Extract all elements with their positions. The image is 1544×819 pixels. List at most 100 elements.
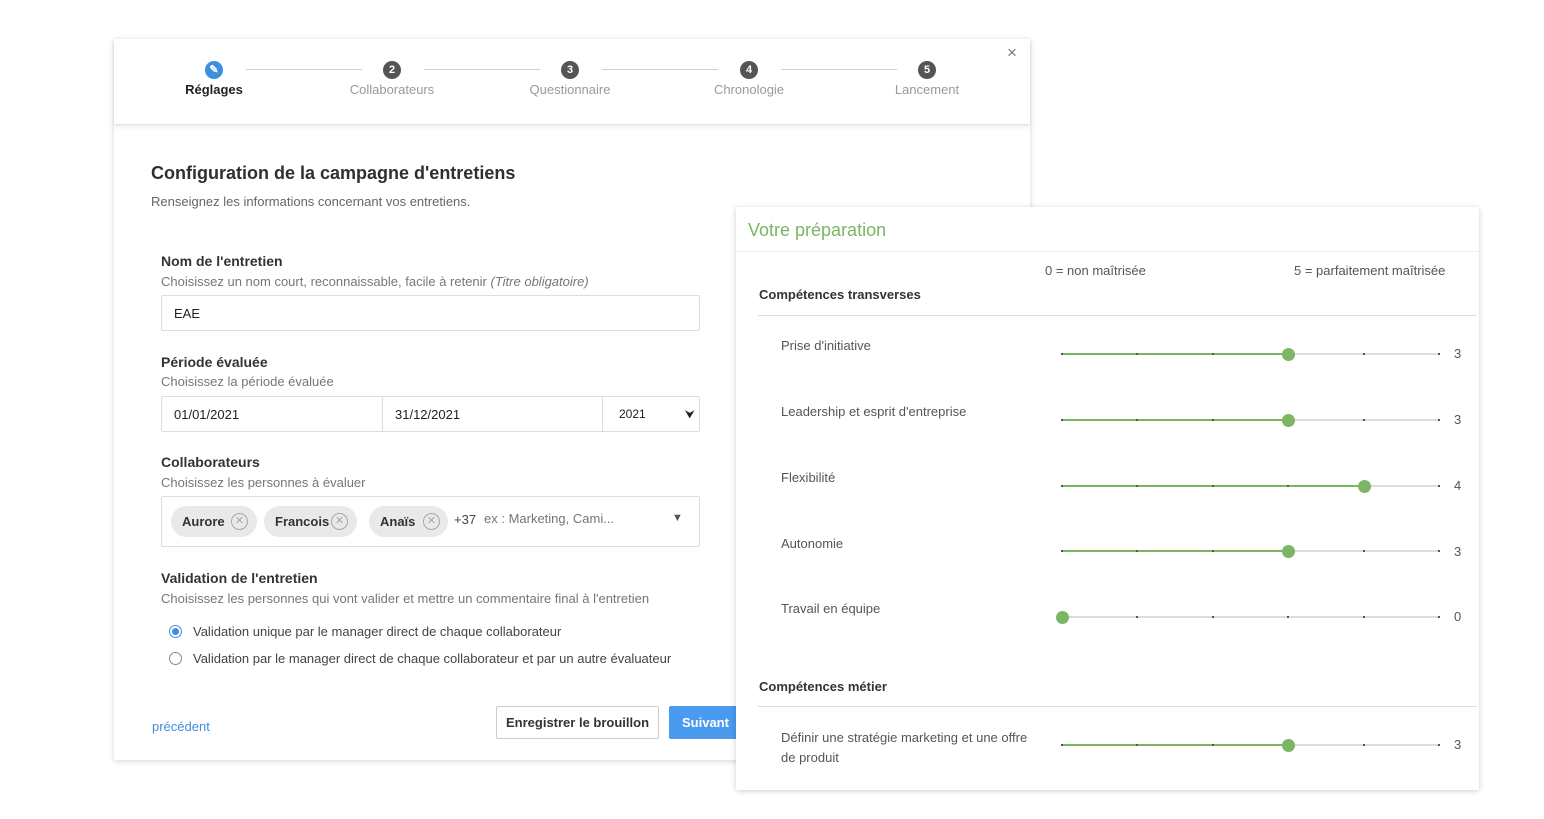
scale-min-label: 0 = non maîtrisée (1045, 263, 1146, 278)
slider-knob[interactable] (1282, 739, 1296, 752)
radio-label: Validation par le manager direct de chaq… (193, 651, 672, 666)
page: × ✎ Réglages 2 Collaborateurs 3 Question… (0, 0, 1544, 819)
collaborators-field-label: Collaborateurs (161, 454, 260, 470)
slider-tick (1211, 550, 1214, 552)
slider-knob[interactable] (1357, 480, 1371, 493)
step-number: 5 (918, 61, 936, 79)
skill-slider[interactable] (1061, 348, 1440, 361)
slider-track (1062, 616, 1439, 618)
slider-tick (1211, 419, 1214, 421)
slider-tick (1362, 744, 1365, 746)
step-label: Questionnaire (529, 82, 611, 97)
skill-value: 3 (1454, 737, 1462, 752)
skill-label: Autonomie (781, 536, 844, 551)
dropdown-caret-icon[interactable]: ▼ (672, 512, 683, 524)
radio-button[interactable] (169, 625, 182, 638)
slider-tick (1061, 353, 1063, 355)
chip-label: Anaïs (380, 514, 416, 529)
skill-value: 3 (1454, 412, 1462, 427)
step-label: Chronologie (713, 82, 785, 97)
name-input[interactable] (162, 296, 699, 330)
name-field-help: Choisissez un nom court, reconnaissable,… (161, 274, 589, 289)
collaborator-chip: Anaïs ✕ (369, 506, 448, 537)
section-divider (758, 706, 1477, 707)
slider-tick (1211, 744, 1214, 746)
skill-value: 3 (1454, 346, 1462, 361)
remove-chip-icon[interactable]: ✕ (423, 513, 440, 530)
slider-tick (1136, 419, 1139, 421)
name-input-wrapper (161, 295, 700, 331)
section-title: Compétences transverses (759, 287, 921, 302)
save-draft-button[interactable]: Enregistrer le brouillon (496, 706, 659, 739)
chip-label: Francois (275, 514, 330, 529)
collaborator-chip: Francois ✕ (264, 506, 357, 537)
collaborator-chip: Aurore ✕ (171, 506, 257, 537)
period-input-group: 2021 ⮟ (161, 396, 700, 432)
step-number: 4 (740, 61, 758, 79)
skill-label: Flexibilité (781, 470, 836, 485)
step-label: Collaborateurs (349, 82, 435, 97)
skill-slider[interactable] (1061, 414, 1440, 427)
step-chronologie[interactable]: 4 Chronologie (674, 61, 824, 97)
start-date-input[interactable] (162, 397, 382, 431)
slider-fill (1062, 419, 1289, 421)
end-date-input[interactable] (383, 397, 602, 431)
step-lancement[interactable]: 5 Lancement (852, 61, 1002, 97)
slider-fill (1062, 353, 1289, 355)
slider-tick (1136, 616, 1139, 618)
slider-tick (1136, 353, 1139, 355)
start-date-wrapper (162, 397, 383, 431)
skill-slider[interactable] (1061, 739, 1440, 752)
skill-slider[interactable] (1056, 611, 1440, 624)
page-title: Configuration de la campagne d'entretien… (151, 163, 516, 183)
end-date-wrapper (383, 397, 603, 431)
slider-knob[interactable] (1282, 348, 1296, 361)
divider (736, 251, 1479, 252)
step-reglages[interactable]: ✎ Réglages (139, 61, 289, 97)
slider-tick (1287, 485, 1290, 487)
pencil-icon: ✎ (205, 61, 223, 79)
remove-chip-icon[interactable]: ✕ (231, 513, 248, 530)
scale-max-label: 5 = parfaitement maîtrisée (1294, 263, 1446, 278)
step-number: 2 (383, 61, 401, 79)
skill-label: Définir une stratégie marketing et une o… (781, 730, 1028, 765)
slider-tick (1362, 616, 1365, 618)
slider-fill (1062, 550, 1289, 552)
slider-knob[interactable] (1282, 414, 1296, 427)
slider-knob[interactable] (1056, 611, 1069, 624)
slider-tick (1136, 485, 1139, 487)
skill-value: 4 (1454, 478, 1462, 493)
skill-slider[interactable] (1061, 480, 1440, 493)
slider-tick (1061, 550, 1063, 552)
skill-slider[interactable] (1061, 545, 1440, 558)
remove-chip-icon[interactable]: ✕ (331, 513, 348, 530)
step-label: Réglages (185, 82, 243, 97)
collaborators-search-input[interactable] (484, 511, 654, 526)
step-questionnaire[interactable]: 3 Questionnaire (495, 61, 645, 97)
wizard-stepper: × ✎ Réglages 2 Collaborateurs 3 Question… (114, 39, 1030, 125)
page-subtitle: Renseignez les informations concernant v… (151, 194, 471, 209)
step-collaborateurs[interactable]: 2 Collaborateurs (317, 61, 467, 97)
skill-value: 3 (1454, 544, 1462, 559)
slider-tick (1061, 419, 1063, 421)
slider-tick (1211, 353, 1214, 355)
radio-button[interactable] (169, 652, 182, 665)
skill-label: Leadership et esprit d'entreprise (781, 404, 967, 419)
slider-tick (1362, 353, 1365, 355)
skill-label: Travail en équipe (781, 601, 881, 616)
name-help-note: (Titre obligatoire) (490, 274, 589, 289)
close-icon[interactable]: × (1005, 44, 1019, 62)
period-field-label: Période évaluée (161, 354, 268, 370)
period-field-help: Choisissez la période évaluée (161, 374, 334, 389)
slider-knob[interactable] (1282, 545, 1296, 558)
skill-label: Prise d'initiative (781, 338, 871, 353)
collaborators-multiselect[interactable]: Aurore ✕ Francois ✕ Anaïs ✕ +37 ▼ (161, 496, 700, 547)
slider-tick (1061, 485, 1063, 487)
section-title: Compétences métier (759, 679, 887, 694)
step-number: 3 (561, 61, 579, 79)
slider-tick (1211, 616, 1214, 618)
year-select[interactable]: 2021 ⮟ (603, 397, 699, 431)
slider-tick (1438, 744, 1440, 746)
slider-tick (1211, 485, 1214, 487)
previous-link[interactable]: précédent (152, 719, 210, 734)
